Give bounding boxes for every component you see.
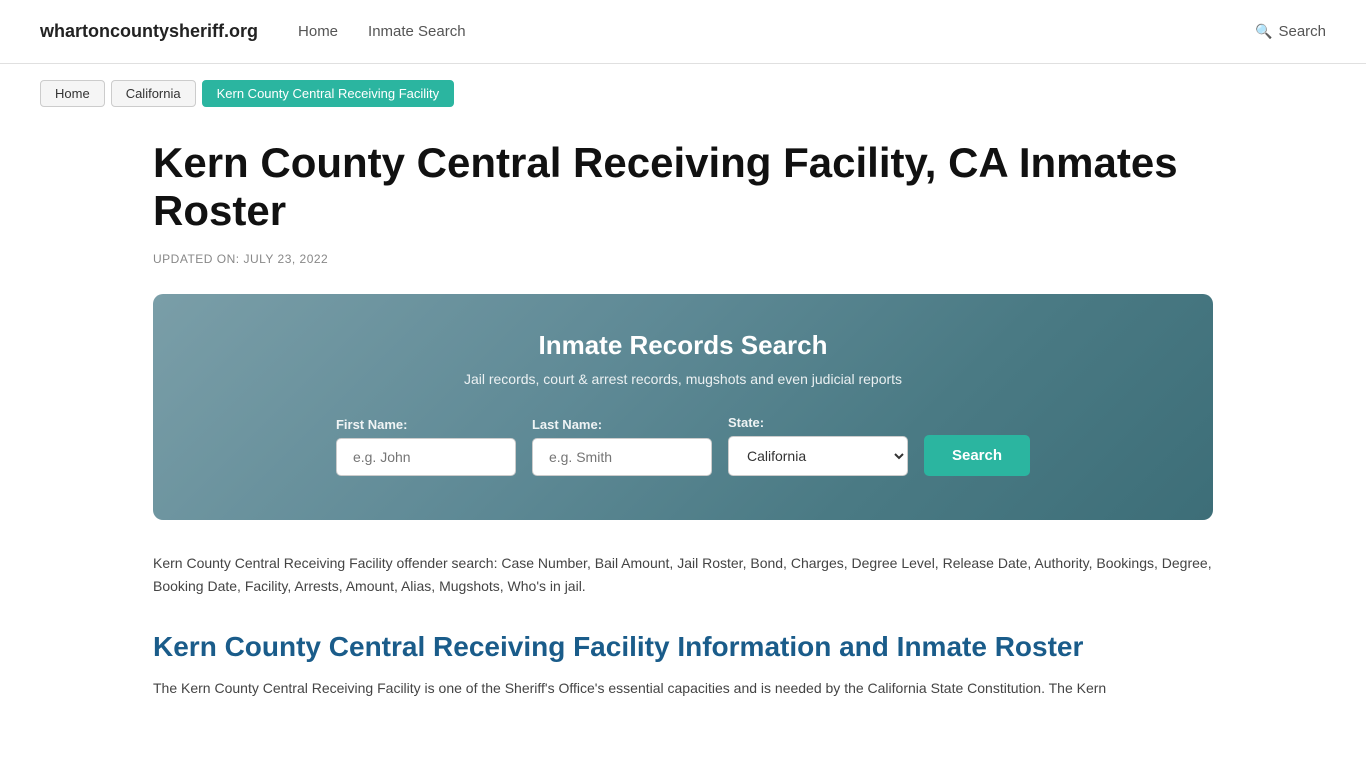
search-fields: First Name: Last Name: State: AlabamaAla… [213,415,1153,476]
breadcrumb-facility[interactable]: Kern County Central Receiving Facility [202,80,455,107]
state-label: State: [728,415,908,430]
nav-links: Home Inmate Search [298,23,1255,40]
search-widget-subtitle: Jail records, court & arrest records, mu… [213,371,1153,387]
nav-inmate-search[interactable]: Inmate Search [368,23,466,40]
section-title: Kern County Central Receiving Facility I… [153,631,1213,663]
updated-label: UPDATED ON: JULY 23, 2022 [153,252,1213,266]
first-name-input[interactable] [336,438,516,476]
first-name-group: First Name: [336,417,516,476]
breadcrumb-home[interactable]: Home [40,80,105,107]
description-text: Kern County Central Receiving Facility o… [153,552,1213,600]
last-name-group: Last Name: [532,417,712,476]
state-group: State: AlabamaAlaskaArizonaArkansasCalif… [728,415,908,476]
first-name-label: First Name: [336,417,516,432]
section-body: The Kern County Central Receiving Facili… [153,677,1213,701]
state-select[interactable]: AlabamaAlaskaArizonaArkansasCaliforniaCo… [728,436,908,476]
page-title: Kern County Central Receiving Facility, … [153,139,1213,236]
search-icon: 🔍 [1255,23,1272,40]
search-widget: Inmate Records Search Jail records, cour… [153,294,1213,520]
nav-search-label: Search [1278,23,1326,40]
breadcrumb-california[interactable]: California [111,80,196,107]
nav-search-button[interactable]: 🔍 Search [1255,23,1326,40]
navbar: whartoncountysheriff.org Home Inmate Sea… [0,0,1366,64]
breadcrumb: Home California Kern County Central Rece… [0,64,1366,119]
last-name-label: Last Name: [532,417,712,432]
last-name-input[interactable] [532,438,712,476]
site-brand[interactable]: whartoncountysheriff.org [40,21,258,42]
nav-home[interactable]: Home [298,23,338,40]
main-content: Kern County Central Receiving Facility, … [113,119,1253,741]
search-button[interactable]: Search [924,435,1030,476]
search-widget-title: Inmate Records Search [213,330,1153,361]
